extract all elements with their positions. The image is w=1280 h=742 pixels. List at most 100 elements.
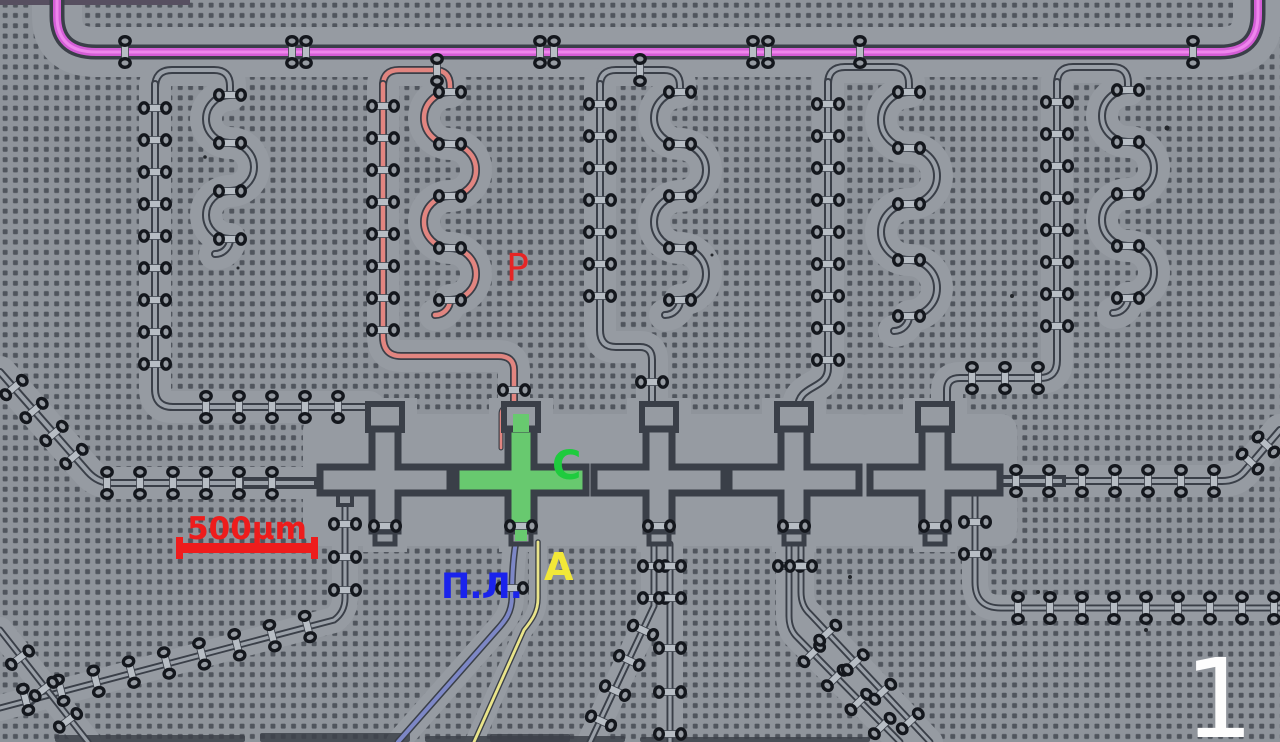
- airbridge: [665, 191, 696, 201]
- airbridge: [1033, 363, 1043, 394]
- airbridge: [1042, 161, 1073, 171]
- airbridge: [1113, 241, 1144, 251]
- airbridge: [1110, 466, 1120, 497]
- airbridge: [201, 392, 211, 423]
- airbridge: [637, 377, 668, 387]
- airbridge: [499, 385, 530, 395]
- airbridge: [435, 139, 466, 149]
- airbridge: [267, 468, 277, 499]
- airbridge: [300, 392, 310, 423]
- airbridge: [655, 687, 686, 697]
- airbridge: [140, 231, 171, 241]
- chip-micrograph: P C A П.Л. 500µm 1: [0, 0, 1280, 742]
- airbridge: [655, 643, 686, 653]
- airbridge: [585, 163, 616, 173]
- airbridge: [813, 259, 844, 269]
- airbridge: [894, 199, 925, 209]
- airbridge: [102, 468, 112, 499]
- airbridge: [234, 468, 244, 499]
- airbridge: [215, 186, 246, 196]
- flux-line-label: П.Л.: [441, 567, 522, 607]
- airbridge: [1237, 593, 1247, 624]
- airbridge: [140, 135, 171, 145]
- airbridge: [813, 195, 844, 205]
- airbridge: [333, 392, 343, 423]
- airbridge: [585, 291, 616, 301]
- airbridge: [813, 291, 844, 301]
- airbridge: [435, 295, 466, 305]
- airbridge: [1109, 593, 1119, 624]
- airbridge: [585, 131, 616, 141]
- airbridge: [920, 521, 951, 531]
- airbridge: [748, 37, 758, 68]
- airbridge: [1176, 466, 1186, 497]
- airbridge: [368, 325, 399, 335]
- airbridge: [1209, 466, 1219, 497]
- airbridge: [287, 37, 297, 68]
- airbridge: [585, 227, 616, 237]
- airbridge: [655, 561, 686, 571]
- figure-panel-number: 1: [1184, 635, 1254, 742]
- airbridge: [140, 103, 171, 113]
- airbridge: [368, 293, 399, 303]
- airbridge: [855, 37, 865, 68]
- airbridge: [140, 263, 171, 273]
- airbridge: [201, 468, 211, 499]
- airbridge: [120, 37, 130, 68]
- airbridge: [894, 255, 925, 265]
- airbridge: [960, 549, 991, 559]
- airbridge: [960, 517, 991, 527]
- airbridge: [1011, 466, 1021, 497]
- airbridge: [215, 234, 246, 244]
- airbridge: [635, 55, 645, 86]
- airbridge: [330, 552, 361, 562]
- airbridge: [330, 519, 361, 529]
- airbridge: [665, 87, 696, 97]
- airbridge: [140, 295, 171, 305]
- airbridge: [655, 593, 686, 603]
- airbridge: [1013, 593, 1023, 624]
- airbridge: [215, 90, 246, 100]
- airbridge: [894, 311, 925, 321]
- airbridge: [140, 167, 171, 177]
- airbridge: [1044, 466, 1054, 497]
- airbridge: [1045, 593, 1055, 624]
- airbridge: [1000, 363, 1010, 394]
- airbridge: [1042, 129, 1073, 139]
- airbridge: [1042, 225, 1073, 235]
- airbridge: [1113, 85, 1144, 95]
- airbridge: [135, 468, 145, 499]
- airbridge: [1042, 97, 1073, 107]
- airbridge: [779, 521, 810, 531]
- airbridge: [140, 359, 171, 369]
- airbridge: [370, 521, 401, 531]
- airbridge: [813, 99, 844, 109]
- airbridge: [368, 165, 399, 175]
- airbridge: [549, 37, 559, 68]
- scale-bar: 500µm: [176, 511, 318, 559]
- airbridge: [432, 55, 442, 86]
- scale-bar-label: 500µm: [187, 511, 307, 547]
- airbridge: [368, 229, 399, 239]
- airbridge: [215, 138, 246, 148]
- airbridge: [894, 87, 925, 97]
- antenna-label: A: [544, 545, 574, 589]
- airbridge: [585, 99, 616, 109]
- airbridge: [967, 363, 977, 394]
- airbridge: [368, 261, 399, 271]
- airbridge: [894, 143, 925, 153]
- quantum-chip-svg: P C A П.Л. 500µm 1: [0, 0, 1280, 742]
- airbridge: [1077, 466, 1087, 497]
- airbridge: [368, 197, 399, 207]
- airbridge: [535, 37, 545, 68]
- airbridge: [1042, 257, 1073, 267]
- airbridge: [368, 101, 399, 111]
- airbridge: [1113, 293, 1144, 303]
- airbridge: [665, 295, 696, 305]
- airbridge: [1173, 593, 1183, 624]
- airbridge: [1077, 593, 1087, 624]
- airbridge: [168, 468, 178, 499]
- airbridge: [585, 195, 616, 205]
- airbridge: [1188, 37, 1198, 68]
- airbridge: [813, 227, 844, 237]
